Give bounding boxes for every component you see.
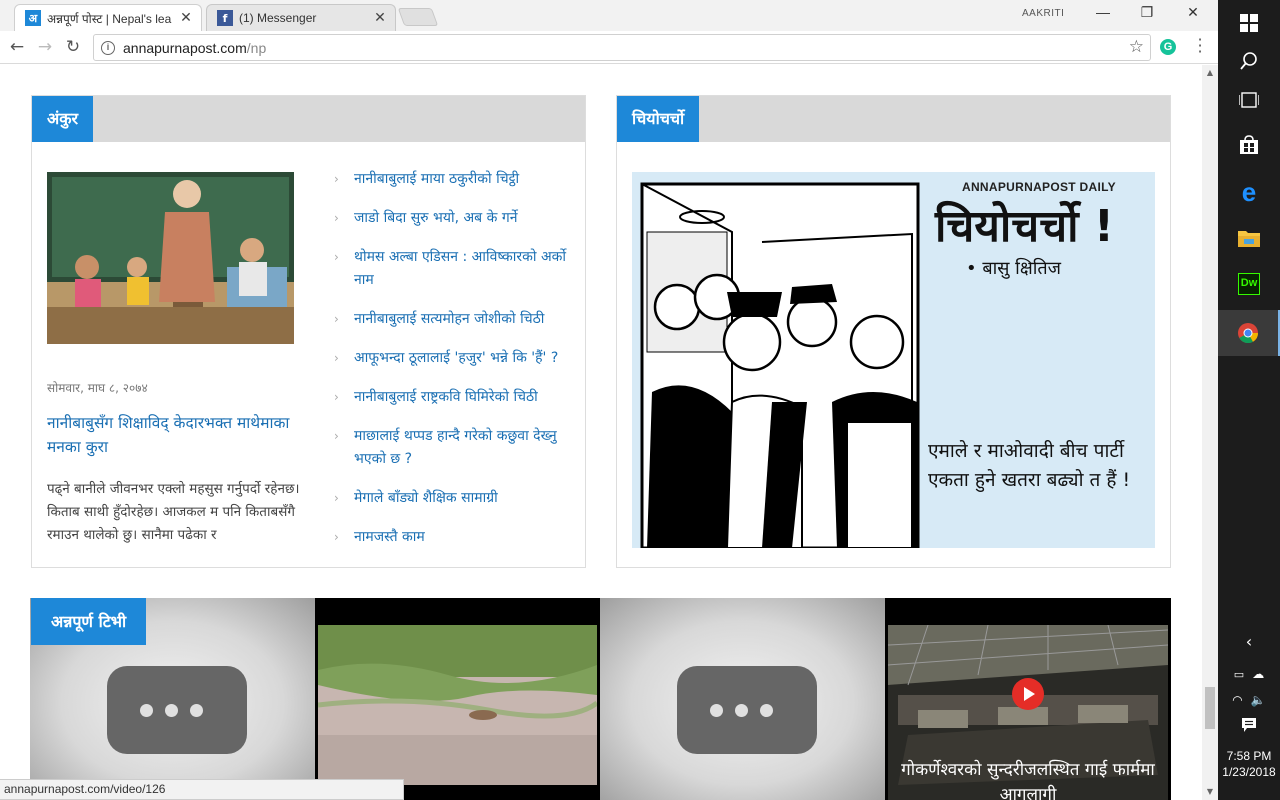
editorial-cartoon[interactable]: ANNAPURNAPOST DAILY चियोचर्चो ! • बासु क… [632, 172, 1155, 548]
cartoon-author: • बासु क्षितिज [966, 258, 1062, 279]
system-clock[interactable]: 7:58 PM 1/23/2018 [1218, 748, 1280, 780]
link-status-bar: annapurnapost.com/video/126 [0, 779, 404, 800]
show-hidden-icons-chevron-icon[interactable]: ‹ [1218, 626, 1280, 656]
lead-article-excerpt: पढ्ने बानीले जीवनभर एक्लो महसुस गर्नुपर्… [47, 481, 300, 543]
dreamweaver-icon[interactable]: Dw [1218, 261, 1280, 307]
video-placeholder-icon [677, 666, 817, 754]
article-date: सोमवार, माघ ८, २०७४ [47, 381, 148, 395]
windows-taskbar: e Dw ‹ ▭ ☁ ◠ 🔈 7:58 PM 1/23/2018 [1218, 0, 1280, 800]
clock-date: 1/23/2018 [1222, 765, 1276, 779]
cartoon-brand: ANNAPURNAPOST DAILY [962, 180, 1116, 194]
list-item[interactable]: › जाडो बिदा सुरु भयो, अब के गर्ने [334, 207, 574, 230]
chevron-right-icon: › [334, 250, 339, 264]
page-viewport: अंकुर सोमवार, माघ ८, २०७४ नानीबाबुसँग शि… [0, 65, 1202, 800]
battery-icon[interactable]: ▭ [1234, 668, 1244, 681]
tray-icons-row2: ◠ 🔈 [1218, 688, 1280, 712]
section-header-bar [32, 96, 585, 142]
back-arrow-icon[interactable]: ← [6, 36, 28, 58]
page-scrollbar[interactable]: ▲ ▼ [1202, 65, 1218, 800]
chevron-right-icon: › [334, 211, 339, 225]
close-tab-icon[interactable]: ✕ [177, 10, 195, 26]
video-caption[interactable]: गोकर्णेश्वरको सुन्दरीजलस्थित गाई फार्ममा… [885, 758, 1171, 800]
wifi-icon[interactable]: ◠ [1232, 693, 1242, 707]
reload-icon[interactable]: ↻ [62, 36, 84, 58]
url-host: annapurnapost.com [123, 39, 247, 56]
browser-toolbar: ← → ↻ i annapurnapost.com/np ☆ G · · · [0, 31, 1218, 64]
lead-article-title[interactable]: नानीबाबुसँग शिक्षाविद् केदारभक्त माथेमाक… [47, 411, 297, 459]
video-placeholder-icon [107, 666, 247, 754]
address-bar[interactable]: i annapurnapost.com/np ☆ [93, 34, 1151, 61]
play-button-icon[interactable] [1012, 678, 1044, 710]
action-center-icon[interactable] [1218, 712, 1280, 738]
url-path: /np [246, 39, 267, 56]
tab-strip: अ अन्नपूर्ण पोस्ट | Nepal's lea ✕ f (1) … [0, 0, 1218, 31]
list-item[interactable]: › नामजस्तै काम [334, 526, 574, 549]
chevron-right-icon: › [334, 351, 339, 365]
chrome-menu-icon[interactable]: · · · [1193, 32, 1207, 60]
tray-icons: ▭ ☁ [1218, 662, 1280, 686]
clock-time: 7:58 PM [1226, 749, 1272, 763]
cartoon-caption: एमाले र माओवादी बीच पार्टी एकता हुने खतर… [928, 440, 1131, 491]
tab-title: अन्नपूर्ण पोस्ट | Nepal's lea [47, 11, 172, 26]
profile-name[interactable]: AAKRITI [1022, 8, 1064, 19]
video-thumbnail[interactable]: गोकर्णेश्वरको सुन्दरीजलस्थित गाई फार्ममा… [885, 598, 1171, 800]
chevron-right-icon: › [334, 172, 339, 186]
list-item[interactable]: › आफूभन्दा ठूलालाई 'हजुर' भन्ने कि 'हैं' … [334, 347, 574, 370]
volume-icon[interactable]: 🔈 [1251, 693, 1266, 707]
bookmark-star-icon[interactable]: ☆ [1129, 37, 1144, 57]
browser-window: अ अन्नपूर्ण पोस्ट | Nepal's lea ✕ f (1) … [0, 0, 1218, 800]
chiyocharcho-section: चियोचर्चो ANNAPURNAPOST DAILY चियोचर्चो … [616, 95, 1171, 568]
new-tab-button[interactable] [397, 8, 439, 26]
scrollbar-thumb[interactable] [1205, 687, 1215, 729]
chevron-right-icon: › [334, 390, 339, 404]
chevron-right-icon: › [334, 429, 339, 443]
scroll-down-arrow-icon[interactable]: ▼ [1202, 787, 1218, 796]
chevron-right-icon: › [334, 491, 339, 505]
close-window-icon[interactable]: ✕ [1173, 4, 1213, 24]
screen: अ अन्नपूर्ण पोस्ट | Nepal's lea ✕ f (1) … [0, 0, 1280, 800]
list-item[interactable]: › माछालाई थप्पड हान्दै गरेको कछुवा देख्नु… [334, 425, 574, 471]
video-thumbnail[interactable] [600, 598, 885, 800]
cartoon-heading: चियोचर्चो ! [935, 201, 1114, 252]
ankur-article-list: › नानीबाबुलाई माया ठकुरीको चिट्ठी › जाडो ब… [334, 168, 574, 565]
close-tab-icon[interactable]: ✕ [371, 10, 389, 26]
video-thumbnail[interactable] [315, 598, 600, 800]
section-header-bar [617, 96, 1170, 142]
tab-title: (1) Messenger [239, 11, 317, 25]
list-item[interactable]: › नानीबाबुलाई राष्ट्रकवि घिमिरेको चिठी [334, 386, 574, 409]
list-item[interactable]: › थोमस अल्बा एडिसन : आविष्कारको अर्को नाम [334, 246, 574, 292]
ankur-lead-image[interactable] [47, 172, 294, 344]
annapurna-tv-title[interactable]: अन्नपूर्ण टिभी [31, 598, 147, 645]
forward-arrow-icon[interactable]: → [34, 36, 56, 58]
list-item[interactable]: › नानीबाबुलाई सत्यमोहन जोशीको चिठी [334, 308, 574, 331]
tab-messenger[interactable]: f (1) Messenger ✕ [206, 4, 396, 31]
file-explorer-icon[interactable] [1218, 215, 1280, 261]
chevron-right-icon: › [334, 312, 339, 326]
list-item[interactable]: › नानीबाबुलाई माया ठकुरीको चिट्ठी [334, 168, 574, 191]
tab-annapurnapost[interactable]: अ अन्नपूर्ण पोस्ट | Nepal's lea ✕ [14, 4, 202, 31]
minimize-icon[interactable]: — [1083, 4, 1123, 24]
edge-icon[interactable]: e [1218, 169, 1280, 215]
site-info-icon[interactable]: i [101, 40, 115, 55]
onedrive-icon[interactable]: ☁ [1252, 667, 1264, 681]
chrome-icon[interactable] [1218, 310, 1280, 356]
list-item[interactable]: › मेगाले बाँड्यो शैक्षिक सामाग्री [334, 487, 574, 510]
chiyocharcho-section-title[interactable]: चियोचर्चो [617, 96, 700, 142]
chevron-right-icon: › [334, 530, 339, 544]
maximize-icon[interactable]: ❐ [1127, 4, 1167, 24]
annapurna-favicon-icon: अ [25, 10, 41, 26]
annapurna-tv-section: अन्नपूर्ण टिभी गोकर्णेश्वरको सुन्दरीजलस्… [30, 598, 1171, 800]
facebook-favicon-icon: f [217, 10, 233, 26]
scroll-up-arrow-icon[interactable]: ▲ [1202, 68, 1218, 77]
ankur-section: अंकुर सोमवार, माघ ८, २०७४ नानीबाबुसँग शि… [31, 95, 586, 568]
ankur-section-title[interactable]: अंकुर [32, 96, 94, 142]
store-icon[interactable] [1218, 122, 1280, 168]
task-view-icon[interactable] [1218, 77, 1280, 123]
grammarly-extension-icon[interactable]: G [1160, 39, 1176, 55]
